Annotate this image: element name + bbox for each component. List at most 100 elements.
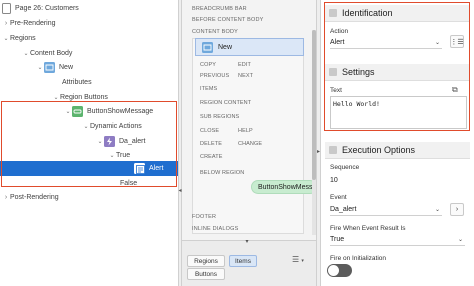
gallery-tab-items[interactable]: Items	[229, 255, 257, 267]
tree-node-label: Page 26: Customers	[15, 5, 79, 12]
chevron-down-icon[interactable]: ⌄	[36, 64, 44, 71]
gallery-tab-regions[interactable]: Regions	[187, 255, 225, 267]
tree-node-region-buttons[interactable]: ⌄ Region Buttons	[52, 90, 179, 105]
chevron-down-icon: ⌄	[457, 237, 463, 243]
section-title: Identification	[342, 8, 393, 18]
chevron-down-icon[interactable]: ⌄	[52, 94, 60, 101]
gallery-tab-buttons[interactable]: Buttons	[187, 268, 225, 280]
slot-next[interactable]: NEXT	[238, 73, 253, 79]
action-select[interactable]: Alert ⌄	[330, 37, 442, 49]
text-label: Text	[330, 87, 342, 94]
slot-breadcrumb-bar: BREADCRUMB BAR	[192, 6, 247, 12]
tree-node-label: Post-Rendering	[10, 194, 59, 201]
slot-footer: FOOTER	[192, 214, 217, 220]
tree-node-page[interactable]: Page 26: Customers	[2, 1, 179, 16]
action-icon	[134, 163, 145, 174]
slot-create[interactable]: CREATE	[200, 154, 223, 160]
tree-node-label: Dynamic Actions	[90, 123, 142, 130]
fire-when-label: Fire When Event Result Is	[330, 225, 406, 232]
tree-node-false[interactable]: False	[120, 176, 179, 191]
button-icon	[72, 106, 83, 117]
chevron-down-icon[interactable]: ⌄	[64, 108, 72, 115]
tree-node-da-alert[interactable]: ⌄ Da_alert	[96, 134, 179, 149]
region-icon	[202, 41, 213, 53]
slot-sub-regions[interactable]: SUB REGIONS	[200, 114, 239, 120]
collapse-icon[interactable]	[329, 68, 337, 76]
slot-close[interactable]: CLOSE	[200, 128, 219, 134]
slot-copy[interactable]: COPY	[200, 62, 216, 68]
chevron-down-icon[interactable]: ⌄	[2, 35, 10, 42]
expand-editor-icon[interactable]: ⧉	[452, 85, 458, 95]
go-to-event-button[interactable]: ›	[450, 203, 464, 216]
tree-node-regions[interactable]: ⌄ Regions	[2, 31, 179, 46]
property-editor: Identification Action Alert ⌄ ⋮☰ Setting…	[321, 0, 474, 286]
tree-node-label: Alert	[149, 165, 164, 172]
section-title: Execution Options	[342, 145, 416, 155]
region-block-new[interactable]: New	[195, 38, 304, 56]
tree-node-label: Regions	[10, 35, 36, 42]
tree-node-label: Da_alert	[119, 138, 146, 145]
tree-node-label: Attributes	[62, 79, 92, 86]
chevron-down-icon: ⌄	[434, 40, 440, 46]
tree-node-alert[interactable]: Alert	[0, 161, 179, 176]
chevron-right-icon[interactable]: ›	[2, 194, 10, 201]
tree-node-label: False	[120, 180, 138, 187]
chevron-down-icon[interactable]: ⌄	[82, 123, 90, 130]
action-label: Action	[330, 28, 349, 35]
chevron-right-icon[interactable]: ›	[2, 20, 10, 27]
slot-below-region[interactable]: BELOW REGION	[200, 170, 244, 176]
text-textarea[interactable]: Hello World!	[330, 96, 467, 129]
toggle-knob[interactable]	[328, 265, 339, 276]
hamburger-menu-icon[interactable]: ☰ ▾	[292, 255, 304, 264]
tree-node-dynamic-actions[interactable]: ⌄ Dynamic Actions	[82, 119, 179, 134]
sequence-input[interactable]: 10	[330, 177, 338, 184]
tree-node-pre-rendering[interactable]: › Pre-Rendering	[2, 16, 179, 31]
section-settings[interactable]: Settings	[325, 64, 470, 81]
section-identification[interactable]: Identification	[325, 5, 470, 22]
slot-items[interactable]: ITEMS	[200, 86, 217, 92]
layout-panel: BREADCRUMB BAR BEFORE CONTENT BODY CONTE…	[182, 0, 316, 286]
list-options-button[interactable]: ⋮☰	[450, 35, 464, 48]
chevron-down-icon[interactable]: ⌄	[22, 50, 30, 57]
chevron-down-icon[interactable]: ⌄	[108, 152, 116, 159]
event-label: Event	[330, 194, 347, 201]
tree-node-label: ButtonShowMessage	[87, 108, 154, 115]
tree-node-content-body[interactable]: ⌄ Content Body	[22, 46, 179, 61]
tree-node-attributes[interactable]: Attributes	[62, 75, 179, 90]
page-icon	[2, 3, 11, 14]
tree-node-label: Pre-Rendering	[10, 20, 56, 27]
fire-when-select[interactable]: True ⌄	[330, 234, 465, 246]
tree-node-button-show-message[interactable]: ⌄ ButtonShowMessage	[64, 104, 179, 119]
slot-help[interactable]: HELP	[238, 128, 253, 134]
slot-region-content[interactable]: REGION CONTENT	[200, 100, 251, 106]
slot-previous[interactable]: PREVIOUS	[200, 73, 229, 79]
button-show-message-block[interactable]: ButtonShowMessage	[251, 180, 316, 194]
collapse-icon[interactable]	[329, 146, 337, 154]
slot-inline-dialogs: INLINE DIALOGS	[192, 226, 239, 232]
collapse-down-icon[interactable]: ▾	[242, 238, 252, 245]
rendering-tree: Page 26: Customers › Pre-Rendering ⌄ Reg…	[0, 0, 180, 286]
region-title: New	[218, 43, 233, 51]
section-title: Settings	[342, 67, 375, 77]
chevron-down-icon[interactable]: ⌄	[96, 138, 104, 145]
section-execution-options[interactable]: Execution Options	[325, 142, 470, 159]
tree-node-label: New	[59, 64, 74, 71]
tree-node-label: True	[116, 152, 131, 159]
sequence-label: Sequence	[330, 164, 360, 171]
event-select[interactable]: Da_alert ⌄	[330, 204, 442, 216]
tree-node-label: Content Body	[30, 50, 73, 57]
slot-edit[interactable]: EDIT	[238, 62, 251, 68]
fire-on-init-label: Fire on Initialization	[330, 255, 386, 262]
slot-delete[interactable]: DELETE	[200, 141, 222, 147]
tree-node-region-new[interactable]: ⌄ New	[36, 60, 179, 75]
region-icon	[44, 62, 55, 73]
collapse-icon[interactable]	[329, 9, 337, 17]
list-icon: ⋮☰	[450, 38, 464, 46]
slot-change[interactable]: CHANGE	[238, 141, 262, 147]
lightning-icon	[104, 136, 115, 147]
tree-node-post-rendering[interactable]: › Post-Rendering	[2, 190, 179, 205]
slot-content-body: CONTENT BODY	[192, 29, 238, 35]
tree-node-label: Region Buttons	[60, 94, 108, 101]
chevron-down-icon: ⌄	[434, 207, 440, 213]
slot-before-content-body: BEFORE CONTENT BODY	[192, 17, 264, 23]
